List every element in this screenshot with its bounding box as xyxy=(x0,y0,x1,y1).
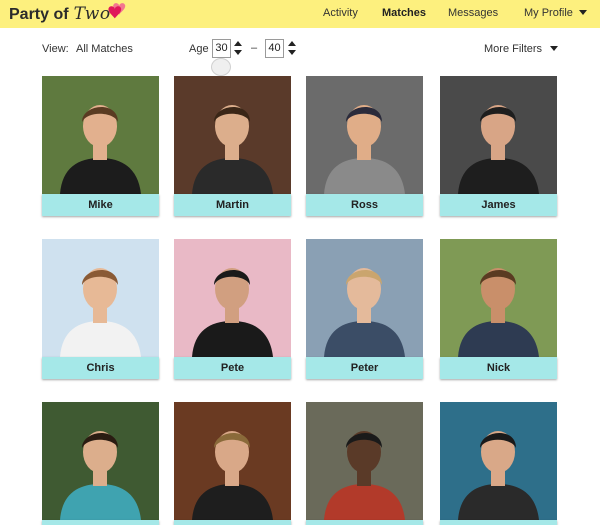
view-label: View: xyxy=(42,43,69,55)
view-select[interactable]: All Matches xyxy=(76,43,133,55)
match-photo[interactable] xyxy=(440,402,557,520)
match-card[interactable]: Martin xyxy=(174,76,291,216)
match-photo[interactable] xyxy=(174,402,291,520)
match-name: James xyxy=(440,194,557,216)
brand-party-text: Party of xyxy=(9,6,69,23)
brand-logo[interactable]: Party of Two xyxy=(9,4,111,26)
match-card[interactable] xyxy=(174,402,291,525)
chevron-down-icon xyxy=(578,10,587,15)
match-card[interactable] xyxy=(306,402,423,525)
match-photo[interactable] xyxy=(440,76,557,194)
match-photo[interactable] xyxy=(306,76,423,194)
match-card[interactable]: Pete xyxy=(174,239,291,379)
nav-my-profile-label: My Profile xyxy=(524,7,573,19)
filter-bar: View: All Matches Age 30 – 40 More Filte… xyxy=(0,28,600,76)
nav-messages[interactable]: Messages xyxy=(448,7,498,19)
age-min-stepper[interactable] xyxy=(234,41,242,57)
match-card[interactable]: Chris xyxy=(42,239,159,379)
arrow-down-icon[interactable] xyxy=(288,50,296,55)
match-name xyxy=(174,520,291,525)
match-card[interactable]: Mike xyxy=(42,76,159,216)
match-card[interactable] xyxy=(440,402,557,525)
match-name xyxy=(440,520,557,525)
more-filters-label: More Filters xyxy=(484,43,543,55)
top-header: Party of Two Activity Matches Messages M… xyxy=(0,0,600,28)
nav-my-profile[interactable]: My Profile xyxy=(524,7,587,19)
match-photo[interactable] xyxy=(174,239,291,357)
mouse-cursor-indicator xyxy=(211,58,231,76)
match-name: Peter xyxy=(306,357,423,379)
chevron-down-icon xyxy=(550,46,559,51)
match-name: Mike xyxy=(42,194,159,216)
age-min-input[interactable]: 30 xyxy=(212,39,231,58)
match-card[interactable]: Nick xyxy=(440,239,557,379)
nav-activity[interactable]: Activity xyxy=(323,7,358,19)
match-name: Martin xyxy=(174,194,291,216)
nav-matches[interactable]: Matches xyxy=(382,7,426,19)
match-photo[interactable] xyxy=(440,239,557,357)
match-card[interactable]: Ross xyxy=(306,76,423,216)
match-card[interactable] xyxy=(42,402,159,525)
age-max-input[interactable]: 40 xyxy=(265,39,284,58)
age-separator: – xyxy=(251,42,258,54)
match-card[interactable]: James xyxy=(440,76,557,216)
arrow-up-icon[interactable] xyxy=(288,41,296,46)
match-photo[interactable] xyxy=(306,239,423,357)
match-name: Chris xyxy=(42,357,159,379)
match-name xyxy=(42,520,159,525)
arrow-up-icon[interactable] xyxy=(234,41,242,46)
match-name xyxy=(306,520,423,525)
match-name: Ross xyxy=(306,194,423,216)
age-max-stepper[interactable] xyxy=(288,41,296,57)
match-photo[interactable] xyxy=(306,402,423,520)
match-card[interactable]: Peter xyxy=(306,239,423,379)
match-photo[interactable] xyxy=(42,76,159,194)
more-filters-dropdown[interactable]: More Filters xyxy=(484,43,559,55)
hearts-icon xyxy=(108,3,126,19)
match-name: Nick xyxy=(440,357,557,379)
match-photo[interactable] xyxy=(42,402,159,520)
match-name: Pete xyxy=(174,357,291,379)
age-label: Age xyxy=(189,43,209,55)
match-photo[interactable] xyxy=(174,76,291,194)
arrow-down-icon[interactable] xyxy=(234,50,242,55)
match-photo[interactable] xyxy=(42,239,159,357)
